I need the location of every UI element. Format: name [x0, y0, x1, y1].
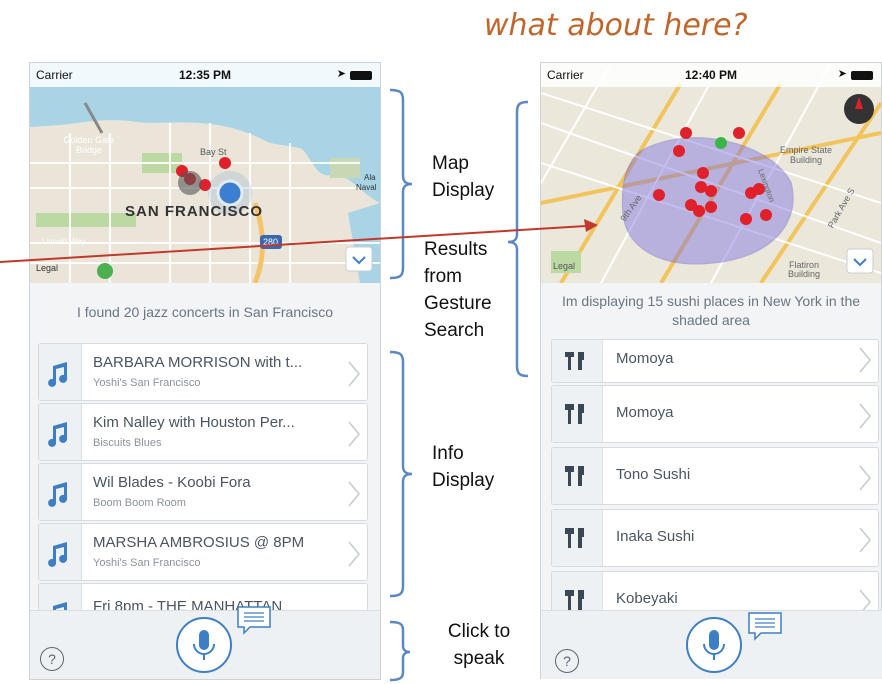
chevron-right-icon	[348, 361, 360, 387]
item-title: Momoya	[616, 404, 674, 421]
help-button[interactable]: ?	[40, 647, 64, 671]
battery-icon	[350, 71, 372, 80]
item-title: Kim Nalley with Houston Per...	[93, 414, 295, 431]
map-label-lincoln: Lincoln Way	[42, 237, 86, 246]
speech-bubble-icon	[748, 612, 782, 641]
list-item[interactable]: Momoya	[551, 385, 879, 443]
map-label-empire: Empire State Building	[779, 145, 833, 165]
chevron-right-icon	[348, 541, 360, 567]
list-item[interactable]: Tono Sushi	[551, 447, 879, 505]
list-item[interactable]: Wil Blades - Koobi Fora Boom Boom Room	[38, 463, 368, 521]
speech-bubble-icon	[237, 606, 271, 635]
map-label-alameda: Ala	[364, 173, 376, 182]
music-note-icon	[39, 464, 82, 520]
slide-title: what about here?	[484, 8, 748, 43]
chevron-right-icon	[859, 527, 871, 553]
list-item[interactable]: BARBARA MORRISON with t... Yoshi's San F…	[38, 343, 368, 401]
chevron-right-icon	[859, 403, 871, 429]
fork-knife-icon	[552, 448, 603, 504]
result-message: I found 20 jazz concerts in San Francisc…	[76, 304, 334, 320]
map-label-city: SAN FRANCISCO	[125, 203, 264, 220]
map-label-golden-gate: Golden Gate Bridge	[63, 135, 115, 155]
list-item[interactable]: Inaka Sushi	[551, 509, 879, 567]
chevron-right-icon	[859, 465, 871, 491]
map-canvas	[541, 63, 881, 283]
fork-knife-icon	[552, 386, 603, 442]
map-label-flatiron: Flatiron Building	[787, 260, 821, 279]
map-label-bay-st: Bay St	[200, 147, 227, 157]
right-bottom-toolbar: ?	[540, 610, 882, 679]
map-label-naval: Naval	[356, 183, 377, 192]
chevron-right-icon	[859, 589, 871, 611]
status-bar: Carrier 12:35 PM ➤	[30, 63, 380, 87]
status-time: 12:40 PM	[684, 68, 738, 82]
item-subtitle: Boom Boom Room	[93, 497, 186, 509]
item-title: Tono Sushi	[616, 466, 691, 483]
map-view[interactable]: Empire State Building Flatiron Building …	[541, 63, 881, 283]
item-subtitle: Yoshi's San Francisco	[93, 377, 201, 389]
item-title: Inaka Sushi	[616, 528, 695, 545]
item-title: BARBARA MORRISON with t...	[93, 354, 303, 371]
music-note-icon	[39, 344, 82, 400]
map-label-legal: Legal	[36, 263, 59, 273]
microphone-button[interactable]	[686, 617, 742, 673]
microphone-icon	[193, 630, 215, 660]
list-item[interactable]: MARSHA AMBROSIUS @ 8PM Yoshi's San Franc…	[38, 523, 368, 581]
right-phone: Carrier 12:40 PM ➤ Empire State Building…	[540, 62, 882, 612]
chevron-right-icon	[348, 481, 360, 507]
map-view[interactable]: Golden Gate Bridge Bay St SAN FRANCISCO …	[30, 63, 380, 283]
location-arrow-icon: ➤	[837, 68, 847, 80]
map-canvas	[30, 63, 380, 283]
map-label-legal: Legal	[553, 261, 576, 271]
map-label-highway: 280	[263, 237, 279, 247]
microphone-icon	[703, 630, 725, 660]
music-note-icon	[39, 524, 82, 580]
item-subtitle: Biscuits Blues	[93, 437, 162, 449]
item-title: Momoya	[616, 350, 674, 367]
status-bar: Carrier 12:40 PM ➤	[541, 63, 881, 87]
microphone-button[interactable]	[176, 617, 232, 673]
music-note-icon	[39, 404, 82, 460]
annotation-click-to-speak: Click to speak	[447, 621, 511, 669]
chevron-right-icon	[859, 347, 871, 373]
result-message: Im displaying 15 sushi places in New Yor…	[561, 293, 861, 328]
fork-knife-icon	[552, 572, 603, 611]
list-item[interactable]: Kim Nalley with Houston Per... Biscuits …	[38, 403, 368, 461]
location-arrow-icon: ➤	[336, 68, 346, 80]
item-title: Wil Blades - Koobi Fora	[93, 474, 251, 491]
chevron-right-icon	[348, 421, 360, 447]
item-title: MARSHA AMBROSIUS @ 8PM	[93, 534, 305, 551]
fork-knife-icon	[552, 510, 603, 566]
help-button[interactable]: ?	[555, 649, 579, 673]
annotation-info-display: Info Display	[432, 443, 495, 491]
list-item[interactable]: Kobeyaki	[551, 571, 879, 611]
annotation-map-display: Map Display	[432, 153, 495, 201]
fork-knife-icon	[552, 340, 603, 382]
bottom-toolbar: ?	[30, 606, 380, 679]
left-phone: Carrier 12:35 PM ➤ Golden Gate Bridge Ba…	[29, 62, 381, 680]
status-time: 12:35 PM	[178, 68, 232, 82]
item-subtitle: Yoshi's San Francisco	[93, 557, 201, 569]
bracket-click-to-speak	[389, 620, 411, 682]
bracket-info-display	[389, 350, 413, 598]
bracket-map-display	[389, 88, 413, 280]
battery-icon	[851, 71, 873, 80]
annotation-results: Results from Gesture Search	[424, 239, 492, 341]
list-item[interactable]: Momoya	[551, 339, 879, 383]
item-title: Kobeyaki	[616, 590, 678, 607]
